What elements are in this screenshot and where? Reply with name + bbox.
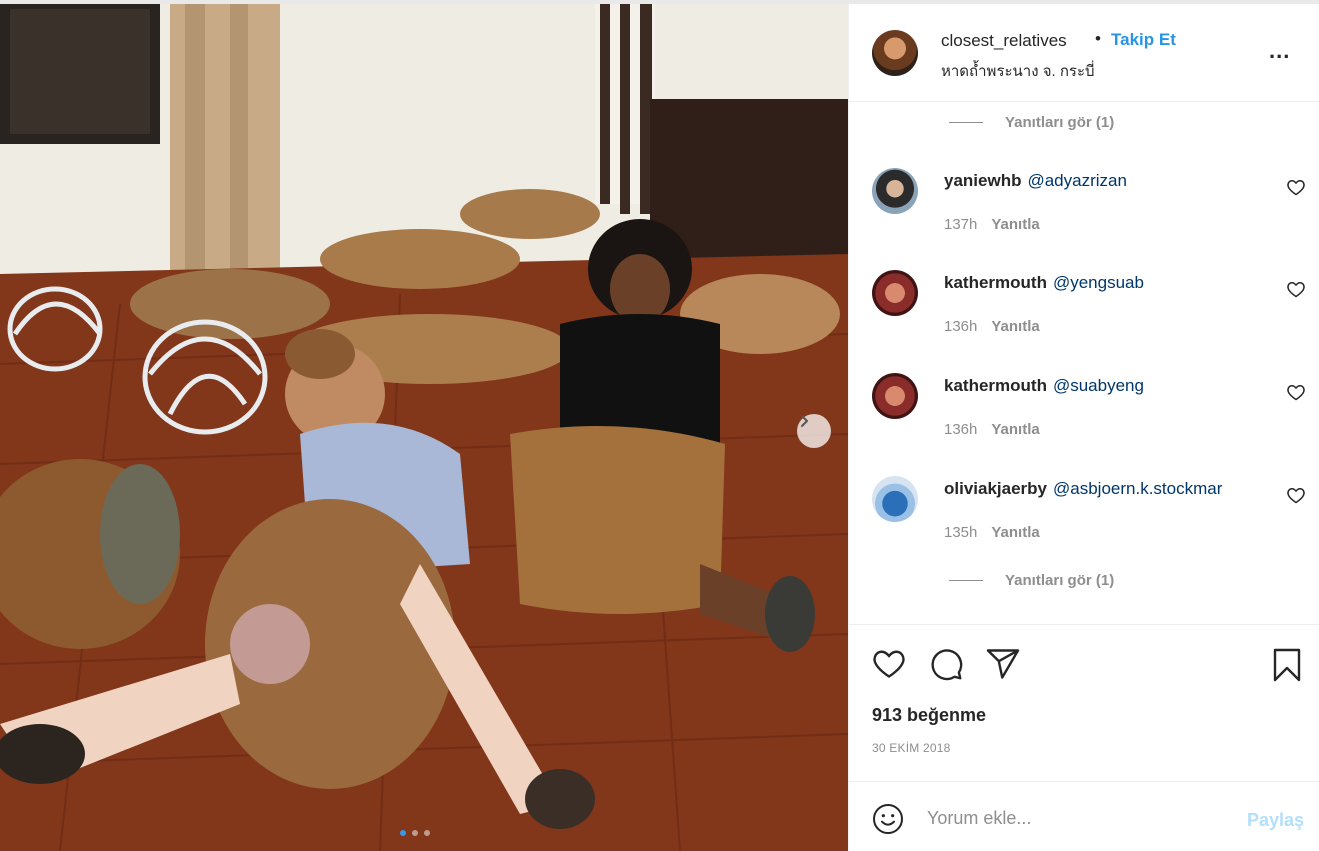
bookmark-icon[interactable] — [1269, 646, 1305, 684]
like-comment-heart-icon[interactable] — [1286, 279, 1306, 299]
author-avatar[interactable] — [872, 30, 918, 76]
commenter-username[interactable]: yaniewhb — [944, 171, 1021, 190]
comment-mention[interactable]: @adyazrizan — [1027, 171, 1126, 190]
commenter-username[interactable]: oliviakjaerby — [944, 479, 1047, 498]
heart-icon[interactable] — [871, 645, 907, 681]
author-username[interactable]: closest_relatives — [941, 31, 1067, 51]
reply-button[interactable]: Yanıtla — [991, 421, 1039, 438]
carousel-dot — [400, 830, 406, 836]
comment-time: 136h — [944, 421, 978, 438]
comment-mention[interactable]: @yengsuab — [1053, 273, 1144, 292]
comment-icon[interactable] — [928, 646, 964, 682]
comment-body: oliviakjaerby @asbjoern.k.stockmar — [944, 479, 1222, 499]
post-location[interactable]: หาดถ้ำพระนาง จ. กระบี่ — [941, 59, 1095, 83]
carousel-indicator — [400, 830, 430, 836]
comment-meta: 135h Yanıtla — [944, 524, 1040, 541]
view-replies-button[interactable]: Yanıtları gör (1) — [949, 114, 1114, 131]
carousel-dot — [424, 830, 430, 836]
comment-meta: 136h Yanıtla — [944, 421, 1040, 438]
like-comment-heart-icon[interactable] — [1286, 177, 1306, 197]
post-header: closest_relatives • Takip Et หาดถ้ำพระนา… — [849, 4, 1319, 102]
like-count[interactable]: 913 beğenme — [872, 705, 986, 726]
comment-body: kathermouth @yengsuab — [944, 273, 1144, 293]
comment-time: 137h — [944, 216, 978, 233]
commenter-username[interactable]: kathermouth — [944, 376, 1047, 395]
commenter-avatar[interactable] — [872, 373, 918, 419]
reply-button[interactable]: Yanıtla — [991, 524, 1039, 541]
reply-button[interactable]: Yanıtla — [991, 318, 1039, 335]
post-comment-button[interactable]: Paylaş — [1247, 810, 1304, 831]
comment-body: kathermouth @suabyeng — [944, 376, 1144, 396]
comment-meta: 136h Yanıtla — [944, 318, 1040, 335]
comments-list[interactable]: Yanıtları gör (1) yaniewhb @adyazrizan 13… — [849, 102, 1319, 624]
comment-item: oliviakjaerby @asbjoern.k.stockmar 135h Ya… — [849, 476, 1319, 572]
comment-body: yaniewhb @adyazrizan — [944, 171, 1127, 191]
comment-item: kathermouth @yengsuab 136h Yanıtla — [849, 270, 1319, 366]
post-side-panel: closest_relatives • Takip Et หาดถ้ำพระนา… — [848, 4, 1319, 851]
replies-line — [949, 122, 983, 123]
emoji-icon[interactable] — [872, 803, 904, 835]
commenter-avatar[interactable] — [872, 270, 918, 316]
view-replies-button[interactable]: Yanıtları gör (1) — [949, 572, 1114, 589]
commenter-avatar[interactable] — [872, 476, 918, 522]
view-replies-label: Yanıtları gör (1) — [1005, 114, 1115, 131]
header-separator: • — [1095, 29, 1101, 48]
reply-button[interactable]: Yanıtla — [991, 216, 1039, 233]
carousel-dot — [412, 830, 418, 836]
comment-mention[interactable]: @suabyeng — [1053, 376, 1144, 395]
follow-button[interactable]: Takip Et — [1111, 30, 1176, 50]
comment-time: 136h — [944, 318, 978, 335]
chevron-right-icon — [801, 415, 808, 427]
comment-time: 135h — [944, 524, 978, 541]
share-icon[interactable] — [985, 646, 1021, 682]
post-date: 30 EKİM 2018 — [872, 741, 951, 755]
add-comment-bar: Paylaş — [849, 781, 1319, 851]
comment-meta: 137h Yanıtla — [944, 216, 1040, 233]
comment-item: yaniewhb @adyazrizan 137h Yanıtla — [849, 168, 1319, 264]
post-photo[interactable] — [0, 4, 848, 851]
post-actions: 913 beğenme 30 EKİM 2018 — [849, 624, 1319, 784]
photo-illustration — [0, 4, 848, 851]
like-comment-heart-icon[interactable] — [1286, 485, 1306, 505]
comment-item: kathermouth @suabyeng 136h Yanıtla — [849, 373, 1319, 469]
comment-mention[interactable]: @asbjoern.k.stockmar — [1053, 479, 1222, 498]
commenter-avatar[interactable] — [872, 168, 918, 214]
commenter-username[interactable]: kathermouth — [944, 273, 1047, 292]
replies-line — [949, 580, 983, 581]
more-options-button[interactable]: ... — [1269, 38, 1290, 64]
carousel-next-button[interactable] — [797, 414, 831, 448]
like-comment-heart-icon[interactable] — [1286, 382, 1306, 402]
view-replies-label: Yanıtları gör (1) — [1005, 572, 1115, 589]
comment-input[interactable] — [927, 800, 1227, 836]
